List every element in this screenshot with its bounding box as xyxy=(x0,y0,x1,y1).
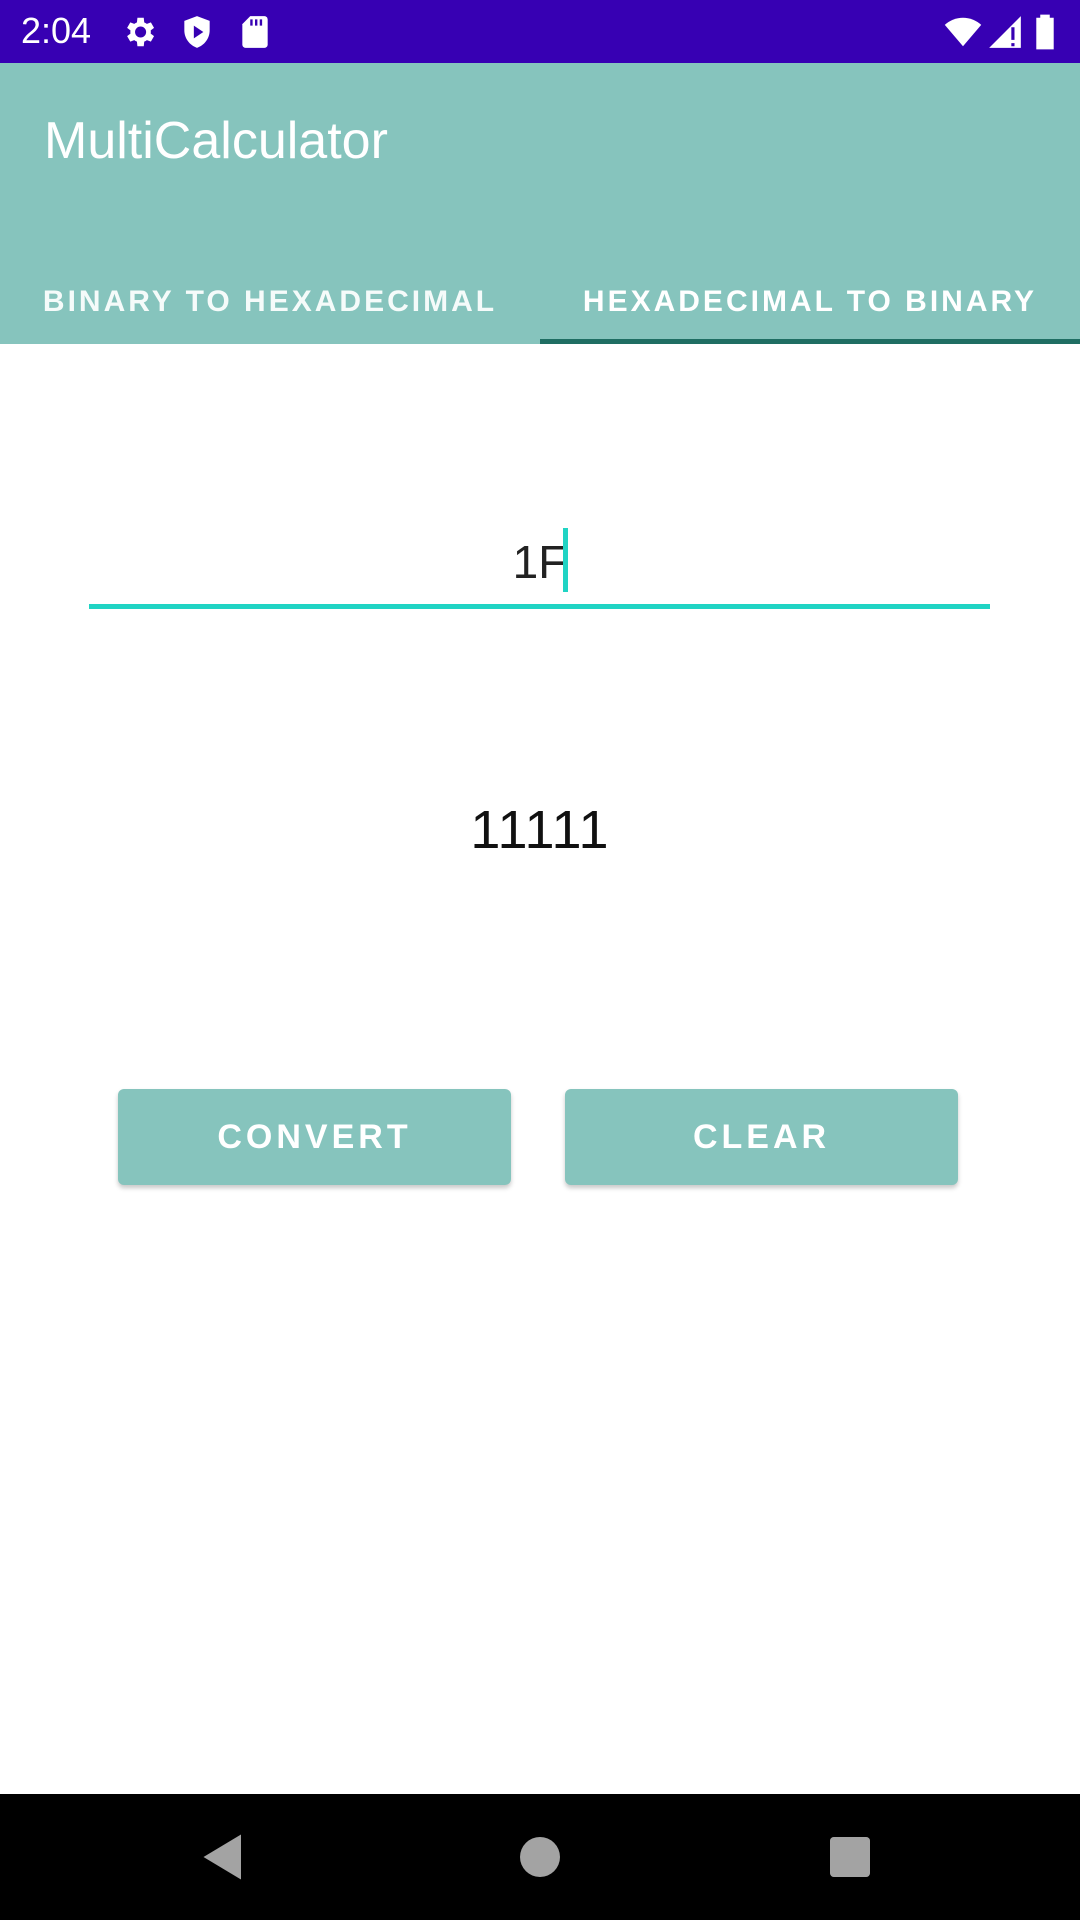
hex-input-container xyxy=(89,520,990,610)
tab-label: BINARY TO HEXADECIMAL xyxy=(42,285,498,318)
app-title: MultiCalculator xyxy=(44,112,388,170)
tab-binary-to-hexadecimal[interactable]: BINARY TO HEXADECIMAL xyxy=(0,260,540,344)
input-underline xyxy=(89,604,990,609)
text-cursor xyxy=(563,528,568,592)
tab-hexadecimal-to-binary[interactable]: HEXADECIMAL TO BINARY xyxy=(540,260,1080,344)
tab-label: HEXADECIMAL TO BINARY xyxy=(582,285,1038,318)
convert-button[interactable]: CONVERT xyxy=(118,1089,511,1185)
shield-play-icon xyxy=(178,13,216,51)
status-time: 2:04 xyxy=(21,10,92,51)
gear-icon xyxy=(120,13,158,51)
binary-result: 11111 xyxy=(470,800,610,860)
clear-button[interactable]: CLEAR xyxy=(565,1089,958,1185)
battery-icon xyxy=(1030,13,1060,51)
status-bar: 2:04 xyxy=(0,0,1080,63)
sd-card-icon xyxy=(236,13,274,51)
screen: 2:04 MultiCalculator BINARY TO HEXADECIM… xyxy=(0,0,1080,1920)
navigation-bar xyxy=(0,1794,1080,1920)
recents-icon[interactable] xyxy=(820,1827,880,1887)
wifi-icon xyxy=(944,13,982,51)
hex-input[interactable] xyxy=(89,520,990,604)
back-icon[interactable] xyxy=(196,1827,256,1887)
app-bar: MultiCalculator BINARY TO HEXADECIMAL HE… xyxy=(0,63,1080,344)
signal-icon xyxy=(986,13,1024,51)
active-tab-indicator xyxy=(540,339,1080,344)
home-icon[interactable] xyxy=(510,1827,570,1887)
